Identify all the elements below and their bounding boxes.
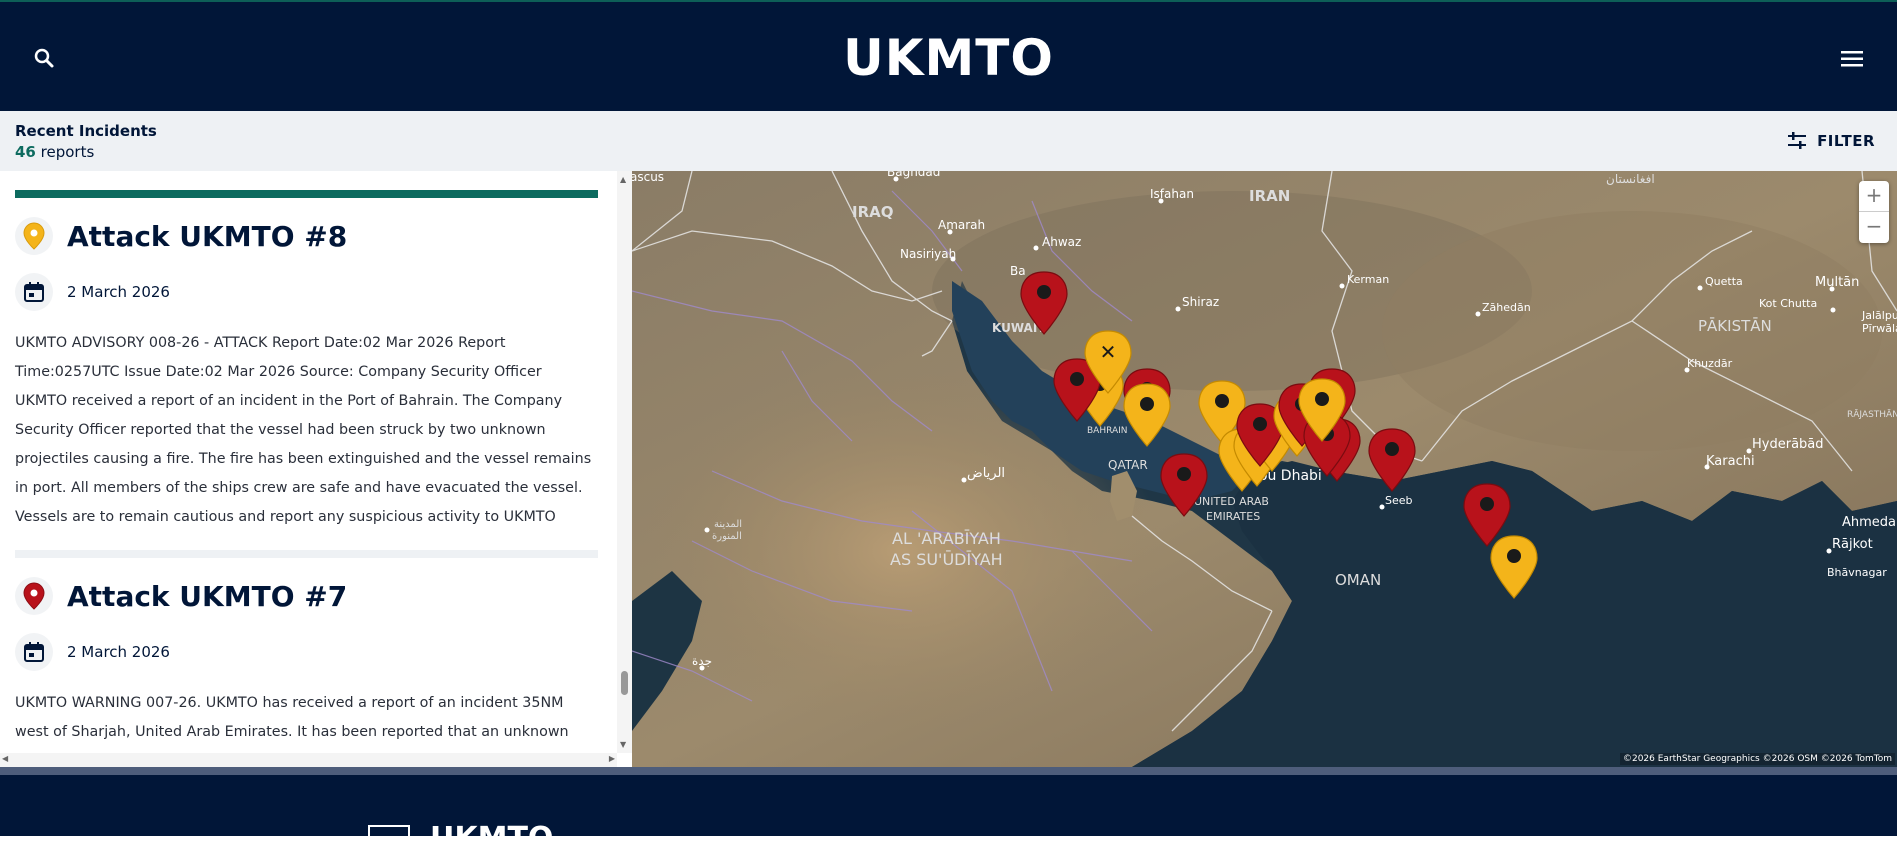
scroll-down-arrow-icon[interactable]: ▼ [620,740,626,749]
footer: UKMTO [0,775,1897,856]
incident-date: 2 March 2026 [67,643,170,661]
scroll-right-arrow-icon[interactable]: ▶ [609,754,615,763]
report-count-suffix: reports [40,143,95,161]
incident-markers: ✕ [1020,271,1538,599]
scroll-left-arrow-icon[interactable]: ◀ [2,754,8,763]
incident-title[interactable]: Attack UKMTO #7 [67,580,347,613]
horizontal-scrollbar[interactable]: ◀ ▶ [0,753,617,767]
incident-card-bar [15,190,598,198]
incident-marker[interactable] [1160,453,1208,517]
filter-label: FILTER [1817,132,1875,150]
brand-logo[interactable]: UKMTO [0,28,1897,88]
scrollbar-thumb[interactable] [621,671,628,695]
map-pin-icon [15,577,53,615]
incident-description: UKMTO ADVISORY 008-26 - ATTACK Report Da… [15,335,592,525]
recent-incidents-title: Recent Incidents [15,122,157,140]
incident-marker[interactable] [1020,271,1068,335]
map-attribution: ©2026 EarthStar Geographics ©2026 OSM ©2… [1619,753,1895,765]
footer-divider [0,767,1897,775]
incident-card[interactable]: Attack UKMTO #8 2 March 2026 UKMTO ADVIS… [15,190,598,532]
calendar-icon [15,273,53,311]
incident-map[interactable]: ascus Baghdad Isfahan IRAN IRAQ Amarah A… [632,171,1897,767]
incident-marker[interactable] [1123,383,1171,447]
incident-marker[interactable] [1463,483,1511,547]
incidents-subheader: Recent Incidents 46 reports FILTER [0,111,1897,171]
footer-crest-icon [368,825,410,855]
zoom-in-button[interactable]: + [1859,181,1889,212]
incident-marker[interactable] [1368,428,1416,492]
svg-text:✕: ✕ [1100,340,1117,364]
calendar-icon [15,633,53,671]
incident-date: 2 March 2026 [67,283,170,301]
incident-card-bar [15,550,598,558]
incident-title[interactable]: Attack UKMTO #8 [67,220,347,253]
hamburger-menu-icon[interactable] [1837,44,1867,74]
report-count: 46 reports [15,143,94,161]
filter-sliders-icon [1788,132,1807,149]
incident-list[interactable]: Attack UKMTO #8 2 March 2026 UKMTO ADVIS… [0,171,632,767]
incident-marker[interactable] [1490,535,1538,599]
map-pin-icon [15,217,53,255]
footer-brand[interactable]: UKMTO [430,821,553,856]
scroll-up-arrow-icon[interactable]: ▲ [620,175,626,184]
zoom-controls: + − [1859,181,1889,243]
incident-card[interactable]: Attack UKMTO #7 2 March 2026 UKMTO WARNI… [15,550,598,767]
filter-button[interactable]: FILTER [1787,129,1875,153]
report-count-number: 46 [15,143,36,161]
vertical-scrollbar[interactable]: ▲ ▼ [617,171,632,753]
zoom-out-button[interactable]: − [1859,212,1889,243]
top-header: UKMTO [0,0,1897,111]
